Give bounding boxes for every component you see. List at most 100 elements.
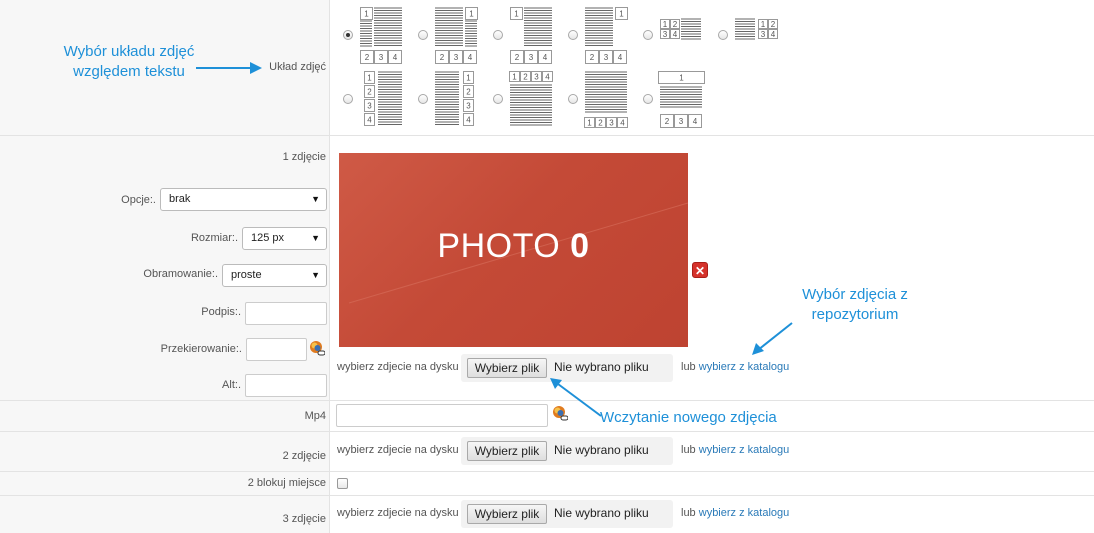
layout-thumbnail[interactable]: 1234	[581, 5, 631, 65]
layout-diagram: 1234	[510, 7, 552, 64]
svg-text:3: 3	[466, 102, 471, 111]
svg-text:1: 1	[761, 20, 766, 29]
layout-thumbnail[interactable]: 1234	[431, 69, 481, 129]
layout-diagram: 1234	[735, 18, 778, 40]
podpis-input[interactable]	[245, 302, 327, 325]
layout-radio[interactable]	[343, 30, 353, 40]
opcje-select[interactable]: brak ▼	[160, 188, 327, 211]
layout-radio[interactable]	[643, 30, 653, 40]
choose-file-button[interactable]: Wybierz plik	[467, 358, 547, 378]
layout-diagram: 1234	[364, 71, 402, 126]
przekierowanie-label: Przekierowanie:.	[160, 343, 242, 355]
svg-text:1: 1	[587, 119, 592, 128]
svg-text:2: 2	[365, 53, 370, 62]
layout-radio[interactable]	[718, 30, 728, 40]
alt-input[interactable]	[245, 374, 327, 397]
layout-radio[interactable]	[493, 30, 503, 40]
layout-thumbnail[interactable]: 1234	[356, 69, 406, 129]
svg-text:4: 4	[393, 53, 398, 62]
catalog-link[interactable]: wybierz z katalogu	[699, 361, 790, 373]
chevron-down-icon: ▼	[311, 194, 320, 204]
file-status: Nie wybrano pliku	[554, 443, 649, 457]
photo-preview: PHOTO 0	[339, 153, 688, 347]
svg-text:3: 3	[609, 119, 614, 128]
file-picker: Wybierz plik Nie wybrano pliku	[461, 500, 673, 528]
obramowanie-label: Obramowanie:.	[143, 268, 218, 280]
layout-thumbnail[interactable]: 1 234	[356, 5, 406, 65]
layout-thumbnail[interactable]: 1234	[656, 69, 706, 129]
svg-text:3: 3	[454, 53, 459, 62]
svg-text:1: 1	[469, 10, 474, 19]
svg-text:2: 2	[771, 20, 776, 29]
svg-text:2: 2	[590, 53, 595, 62]
row-divider	[0, 431, 1094, 432]
row-divider	[0, 495, 1094, 496]
layout-radio[interactable]	[418, 30, 428, 40]
photo-preview-word: PHOTO	[437, 227, 561, 265]
repository-icon[interactable]	[552, 405, 568, 421]
przekierowanie-input[interactable]	[246, 338, 307, 361]
svg-text:3: 3	[663, 30, 668, 39]
layout-thumbnail[interactable]: 1234	[431, 5, 481, 65]
row-divider	[0, 135, 1094, 136]
catalog-link[interactable]: wybierz z katalogu	[699, 444, 790, 456]
layout-radio[interactable]	[343, 94, 353, 104]
or-text: lub	[681, 507, 696, 519]
svg-text:3: 3	[379, 53, 384, 62]
opcje-label: Opcje:.	[121, 194, 156, 206]
photo3-label: 3 zdjęcie	[282, 513, 326, 525]
svg-text:3: 3	[604, 53, 609, 62]
layout-radio[interactable]	[643, 94, 653, 104]
layout-thumbnail[interactable]: 1234	[656, 5, 706, 65]
layout-diagram: 1234	[435, 7, 478, 64]
chevron-down-icon: ▼	[311, 270, 320, 280]
layout-thumbnail[interactable]: 1234	[506, 69, 556, 129]
rozmiar-label: Rozmiar:.	[190, 232, 238, 244]
svg-text:2: 2	[665, 117, 670, 126]
file-picker: Wybierz plik Nie wybrano pliku	[461, 437, 673, 465]
obramowanie-select[interactable]: proste ▼	[222, 264, 327, 287]
mp4-input[interactable]	[336, 404, 548, 427]
svg-text:2: 2	[673, 20, 678, 29]
annotation-repo: Wybór zdjęcia z repozytorium	[802, 286, 908, 323]
svg-text:4: 4	[771, 30, 776, 39]
repository-icon[interactable]	[309, 340, 325, 356]
svg-text:3: 3	[534, 73, 539, 82]
chevron-down-icon: ▼	[311, 233, 320, 243]
layout-radio[interactable]	[568, 30, 578, 40]
file-status: Nie wybrano pliku	[554, 360, 649, 374]
layout-thumbnail[interactable]: 1234	[506, 5, 556, 65]
svg-text:1: 1	[364, 10, 369, 19]
podpis-label: Podpis:.	[201, 306, 241, 318]
svg-text:2: 2	[367, 88, 372, 97]
opcje-value: brak	[169, 193, 191, 205]
catalog-choice: lub wybierz z katalogu	[681, 444, 789, 456]
layout-radio[interactable]	[568, 94, 578, 104]
svg-text:4: 4	[620, 119, 625, 128]
svg-text:1: 1	[663, 20, 668, 29]
choose-file-button[interactable]: Wybierz plik	[467, 504, 547, 524]
or-text: lub	[681, 444, 696, 456]
block-label: 2 blokuj miejsce	[247, 477, 326, 489]
catalog-link[interactable]: wybierz z katalogu	[699, 507, 790, 519]
layout-thumbnail[interactable]: 1234	[581, 69, 631, 129]
svg-text:1: 1	[512, 73, 517, 82]
layout-diagram: 1234	[658, 71, 705, 128]
annotation-upload: Wczytanie nowego zdjęcia	[600, 409, 777, 426]
layout-radio[interactable]	[418, 94, 428, 104]
obramowanie-value: proste	[231, 269, 262, 281]
svg-text:4: 4	[468, 53, 473, 62]
svg-text:1: 1	[367, 74, 372, 83]
svg-text:4: 4	[466, 116, 471, 125]
rozmiar-select[interactable]: 125 px ▼	[242, 227, 327, 250]
layout-diagram: 1234	[585, 7, 628, 64]
delete-photo-button[interactable]: ✕	[692, 262, 708, 278]
svg-text:4: 4	[367, 116, 372, 125]
layout-radio[interactable]	[493, 94, 503, 104]
block-checkbox[interactable]	[337, 478, 348, 489]
alt-label: Alt:.	[222, 379, 241, 391]
layout-diagram: 1234	[584, 71, 628, 128]
choose-file-button[interactable]: Wybierz plik	[467, 441, 547, 461]
annotation-arrow-layout	[196, 62, 262, 74]
layout-thumbnail[interactable]: 1234	[731, 5, 781, 65]
